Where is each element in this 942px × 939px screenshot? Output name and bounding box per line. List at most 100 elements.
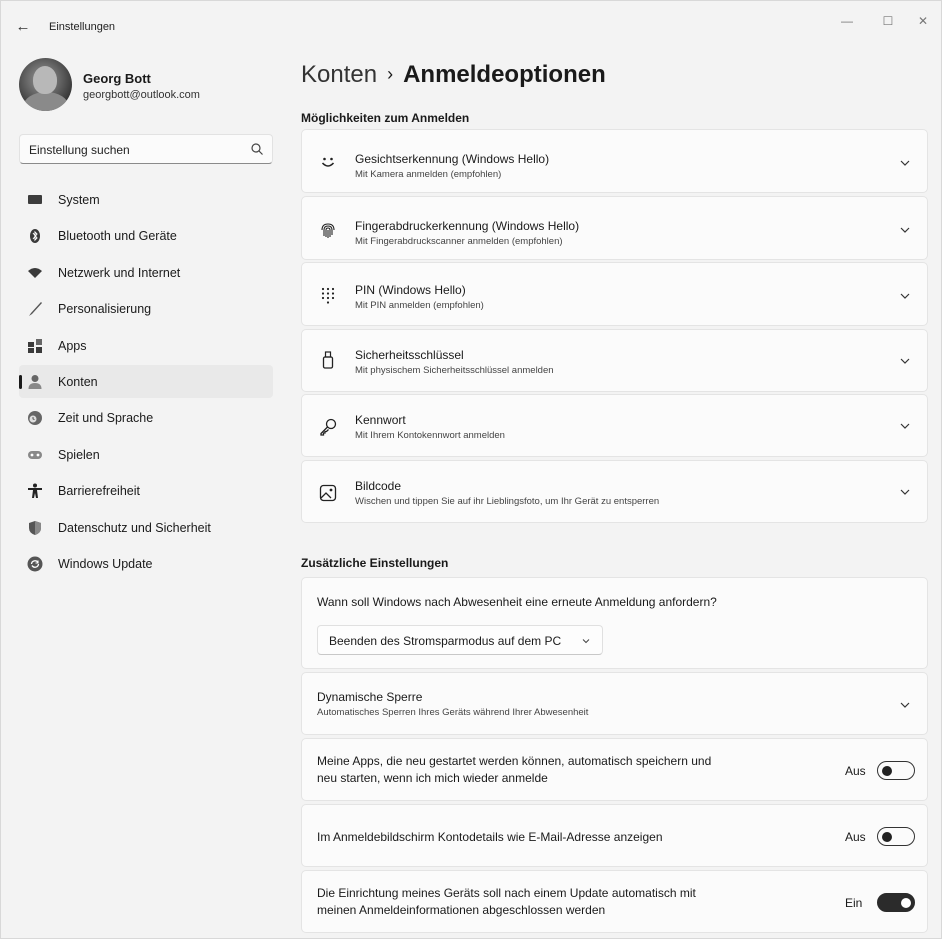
chevron-down-icon xyxy=(582,639,590,644)
sidebar-item-privacy[interactable]: Datenschutz und Sicherheit xyxy=(19,511,273,544)
sidebar-item-network[interactable]: Netzwerk und Internet xyxy=(19,256,273,289)
breadcrumb-parent[interactable]: Konten xyxy=(301,61,377,88)
chevron-down-icon[interactable] xyxy=(899,224,911,236)
sidebar-item-label: System xyxy=(58,193,100,207)
settings-window: ← Einstellungen — ☐ ✕ Georg Bott georgbo… xyxy=(0,0,942,939)
toggle-state-label: Ein xyxy=(845,896,863,910)
account-details-toggle[interactable] xyxy=(877,827,915,846)
option-subtitle: Wischen und tippen Sie auf ihr Lieblings… xyxy=(355,496,660,507)
finish-setup-line1: Die Einrichtung meines Geräts soll nach … xyxy=(317,886,696,900)
maximize-button[interactable]: ☐ xyxy=(870,11,906,31)
gamepad-icon xyxy=(28,450,42,459)
signin-option-pin[interactable]: PIN (Windows Hello) Mit PIN anmelden (em… xyxy=(301,262,928,326)
chevron-down-icon[interactable] xyxy=(899,486,911,498)
profile-name: Georg Bott xyxy=(83,71,151,86)
dynamic-lock-card[interactable]: Dynamische Sperre Automatisches Sperren … xyxy=(301,672,928,735)
apps-icon xyxy=(28,338,42,353)
dynamic-lock-title: Dynamische Sperre xyxy=(317,690,423,704)
close-button[interactable]: ✕ xyxy=(905,11,941,31)
option-title: PIN (Windows Hello) xyxy=(355,283,466,297)
dynamic-lock-subtitle: Automatisches Sperren Ihres Geräts währe… xyxy=(317,707,589,718)
wifi-icon xyxy=(28,267,42,278)
chevron-down-icon[interactable] xyxy=(899,420,911,432)
reauth-dropdown[interactable]: Beenden des Stromsparmodus auf dem PC xyxy=(317,625,603,655)
fingerprint-icon xyxy=(321,223,335,238)
finish-setup-toggle[interactable] xyxy=(877,893,915,912)
key-icon xyxy=(320,418,337,436)
brush-icon xyxy=(29,302,42,317)
clock-globe-icon xyxy=(28,411,42,426)
dropdown-selected-value: Beenden des Stromsparmodus auf dem PC xyxy=(329,634,562,648)
avatar[interactable] xyxy=(19,58,72,111)
finish-setup-card: Die Einrichtung meines Geräts soll nach … xyxy=(301,870,928,933)
bluetooth-icon xyxy=(30,229,40,244)
usb-key-icon xyxy=(322,351,334,369)
option-subtitle: Mit PIN anmelden (empfohlen) xyxy=(355,300,484,311)
app-title: Einstellungen xyxy=(49,21,116,33)
option-title: Sicherheitsschlüssel xyxy=(355,348,464,362)
restart-apps-toggle[interactable] xyxy=(877,761,915,780)
sidebar-item-accounts[interactable]: Konten xyxy=(19,364,273,398)
back-button[interactable]: ← xyxy=(13,17,33,37)
sidebar-item-label: Zeit und Sprache xyxy=(58,411,154,426)
chevron-down-icon[interactable] xyxy=(899,355,911,367)
restart-apps-card: Meine Apps, die neu gestartet werden kön… xyxy=(301,738,928,801)
sidebar-item-bluetooth[interactable]: Bluetooth und Geräte xyxy=(19,219,273,252)
account-details-card: Im Anmeldebildschirm Kontodetails wie E-… xyxy=(301,804,928,867)
chevron-down-icon[interactable] xyxy=(899,699,911,711)
signin-option-password[interactable]: Kennwort Mit Ihrem Kontokennwort anmelde… xyxy=(301,394,928,457)
option-title: Fingerabdruckerkennung (Windows Hello) xyxy=(355,219,580,233)
face-icon xyxy=(321,157,335,167)
signin-option-picture-password[interactable]: Bildcode Wischen und tippen Sie auf ihr … xyxy=(301,460,928,523)
profile-email: georgbott@outlook.com xyxy=(83,89,200,101)
option-title: Bildcode xyxy=(355,479,402,493)
minimize-button[interactable]: — xyxy=(829,11,865,31)
signin-option-fingerprint[interactable]: Fingerabdruckerkennung (Windows Hello) M… xyxy=(301,196,928,260)
toggle-state-label: Aus xyxy=(845,764,866,778)
sidebar-item-personalization[interactable]: Personalisierung xyxy=(19,292,273,325)
chevron-down-icon[interactable] xyxy=(899,157,911,169)
signin-option-security-key[interactable]: Sicherheitsschlüssel Mit physischem Sich… xyxy=(301,329,928,392)
option-subtitle: Mit physischem Sicherheitsschlüssel anme… xyxy=(355,365,554,376)
sidebar-item-system[interactable]: System xyxy=(19,183,273,216)
update-icon xyxy=(27,556,43,572)
option-subtitle: Mit Ihrem Kontokennwort anmelden xyxy=(355,430,505,441)
title-bar: ← Einstellungen — ☐ ✕ xyxy=(1,1,941,51)
breadcrumb-separator: › xyxy=(387,64,394,84)
option-subtitle: Mit Kamera anmelden (empfohlen) xyxy=(355,169,502,180)
signin-option-face[interactable]: Gesichtserkennung (Windows Hello) Mit Ka… xyxy=(301,129,928,193)
search-input[interactable] xyxy=(29,141,239,159)
section-title-additional: Zusätzliche Einstellungen xyxy=(301,556,449,570)
sidebar-item-label: Netzwerk und Internet xyxy=(58,265,181,280)
sidebar-item-label: Datenschutz und Sicherheit xyxy=(58,520,211,535)
sidebar-item-label: Personalisierung xyxy=(58,302,152,317)
account-details-text: Im Anmeldebildschirm Kontodetails wie E-… xyxy=(317,830,663,844)
search-box[interactable] xyxy=(19,134,273,164)
breadcrumb-current: Anmeldeoptionen xyxy=(403,61,606,88)
reauth-question: Wann soll Windows nach Abwesenheit eine … xyxy=(317,595,717,609)
sidebar-item-time-language[interactable]: Zeit und Sprache xyxy=(19,401,273,434)
active-indicator xyxy=(19,374,22,389)
toggle-state-label: Aus xyxy=(845,830,866,844)
sidebar-item-label: Spielen xyxy=(58,447,100,462)
sidebar-item-apps[interactable]: Apps xyxy=(19,329,273,362)
accessibility-icon xyxy=(28,483,42,499)
shield-icon xyxy=(29,520,41,535)
section-title-signin: Möglichkeiten zum Anmelden xyxy=(301,111,470,125)
option-subtitle: Mit Fingerabdruckscanner anmelden (empfo… xyxy=(355,236,563,247)
option-title: Gesichtserkennung (Windows Hello) xyxy=(355,152,550,166)
option-title: Kennwort xyxy=(355,413,406,427)
sidebar-item-label: Barrierefreiheit xyxy=(58,484,140,499)
sidebar-item-accessibility[interactable]: Barrierefreiheit xyxy=(19,474,273,507)
sidebar-item-gaming[interactable]: Spielen xyxy=(19,438,273,471)
search-icon[interactable] xyxy=(250,142,264,156)
restart-apps-line1: Meine Apps, die neu gestartet werden kön… xyxy=(317,754,712,768)
sidebar-item-label: Windows Update xyxy=(58,556,153,571)
monitor-icon xyxy=(28,195,42,204)
chevron-down-icon[interactable] xyxy=(899,290,911,302)
sidebar-item-windows-update[interactable]: Windows Update xyxy=(19,547,273,580)
restart-apps-text: Meine Apps, die neu gestartet werden kön… xyxy=(317,753,711,787)
person-icon xyxy=(28,374,42,389)
page-title: Konten › Anmeldeoptionen xyxy=(301,61,606,89)
finish-setup-line2: meinen Anmeldeinformationen abgeschlosse… xyxy=(317,903,606,917)
